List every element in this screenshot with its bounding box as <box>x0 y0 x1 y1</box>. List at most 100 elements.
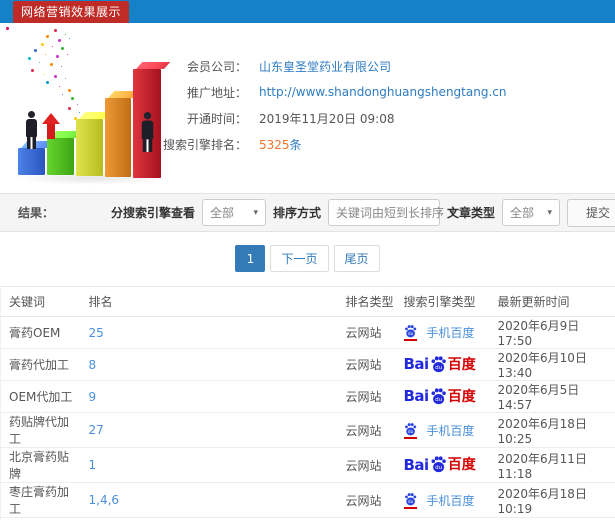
svg-text:du: du <box>435 397 442 403</box>
open-time-value: 2019年11月20日 09:08 <box>259 111 395 126</box>
table-row: OEM代加工 9 云网站 Bai du 百度 2020年6月5日 14:57 <box>0 380 615 413</box>
filter-controls: 分搜索引擎查看 全部 ▾ 排序方式 关键词由短到长排序 ▾ 文章类型 全部 ▾ … <box>110 198 615 227</box>
keyword-cell: OEM代加工 <box>0 380 81 413</box>
rank-link[interactable]: 25 <box>80 316 338 349</box>
engine-rank-row: 搜索引擎排名： 5325条 <box>155 131 506 157</box>
rank-count: 5325 <box>259 137 290 152</box>
table-row: 枣庄膏药加工 1,4,6 云网站 du 手机百度 2020年6月18日 10:1… <box>0 482 615 518</box>
baidu-red-underline <box>403 436 417 439</box>
company-row: 会员公司： 山东皇圣堂药业有限公司 <box>155 53 506 79</box>
rank-type-cell: 云网站 <box>337 380 396 413</box>
keyword-cell: 膏药OEM <box>0 316 81 349</box>
page-button-last[interactable]: 尾页 <box>333 245 380 272</box>
updated-time-cell: 2020年6月18日 10:25 <box>489 412 615 448</box>
engine-type-cell: du 手机百度 <box>395 482 490 518</box>
table-row: 膏药OEM 25 云网站 du 手机百度 2020年6月9日 17:50 <box>0 316 615 349</box>
mobile-baidu-badge: du 手机百度 <box>403 422 474 439</box>
svg-text:du: du <box>407 331 413 337</box>
updated-time-cell: 2020年6月11日 11:18 <box>489 447 615 483</box>
rank-link[interactable]: 1 <box>80 447 338 483</box>
company-label: 会员公司： <box>186 59 247 74</box>
header-rank-type: 排名类型 <box>337 286 396 317</box>
bar-blue <box>18 148 45 175</box>
rank-link[interactable]: 9 <box>80 380 338 413</box>
rank-type-cell: 云网站 <box>337 316 396 349</box>
baidu-paw-icon: du <box>431 387 446 404</box>
baidu-logo: Bai du 百度 <box>403 455 476 474</box>
promo-url-link[interactable]: http://www.shandonghuangshengtang.cn <box>259 85 506 99</box>
promo-url-row: 推广地址： http://www.shandonghuangshengtang.… <box>155 79 506 105</box>
account-info: 会员公司： 山东皇圣堂药业有限公司 推广地址： http://www.shand… <box>155 53 506 157</box>
engine-type-cell: du 手机百度 <box>395 316 490 349</box>
sort-filter-label: 排序方式 <box>272 206 321 220</box>
rank-link[interactable]: 8 <box>80 348 338 381</box>
keyword-cell: 膏药代加工 <box>0 348 81 381</box>
bar-green <box>47 138 74 175</box>
sort-filter-select[interactable]: 关键词由短到长排序 ▾ <box>327 199 455 226</box>
updated-time-cell: 2020年6月18日 10:19 <box>489 482 615 518</box>
baidu-logo: Bai du 百度 <box>403 387 476 405</box>
results-table-head: 关键词 排名 排名类型 搜索引擎类型 最新更新时间 <box>0 286 615 317</box>
svg-text:du: du <box>435 365 442 371</box>
submit-button[interactable]: 提交 <box>567 198 615 227</box>
bar-orange <box>105 98 131 177</box>
company-link[interactable]: 山东皇圣堂药业有限公司 <box>259 58 391 75</box>
rank-link[interactable]: 27 <box>80 412 338 448</box>
engine-filter-label: 分搜索引擎查看 <box>110 206 195 220</box>
keyword-cell: 北京膏药贴牌 <box>0 447 81 483</box>
svg-text:du: du <box>407 499 413 505</box>
mobile-baidu-paw-icon: du <box>403 422 417 439</box>
baidu-paw-icon: du <box>431 456 446 473</box>
baidu-red-underline <box>403 339 417 341</box>
article-type-value: 全部 <box>510 206 535 220</box>
keyword-cell: 药贴牌代加工 <box>0 412 81 448</box>
page-title: 网络营销效果展示 <box>13 0 130 23</box>
mobile-baidu-paw-icon: du <box>403 324 417 341</box>
updated-time-cell: 2020年6月9日 17:50 <box>489 316 615 349</box>
engine-filter-select[interactable]: 全部 ▾ <box>201 199 266 226</box>
engine-rank-value: 5325条 <box>259 136 302 153</box>
mobile-baidu-paw-icon: du <box>403 492 417 509</box>
updated-time-cell: 2020年6月10日 13:40 <box>489 348 615 381</box>
engine-filter-value: 全部 <box>209 206 234 220</box>
chevron-down-icon: ▾ <box>547 207 552 218</box>
rank-type-cell: 云网站 <box>337 482 396 518</box>
results-table-body: 膏药OEM 25 云网站 du 手机百度 2020年6月9日 17:50 膏药代… <box>0 316 615 520</box>
growth-arrow-icon <box>42 113 60 139</box>
rank-unit: 条 <box>289 137 302 152</box>
header-keyword: 关键词 <box>0 286 81 317</box>
baidu-logo: Bai du 百度 <box>403 355 476 373</box>
rank-link[interactable]: 1,4,6 <box>80 482 338 518</box>
table-row: 膏药代加工 8 云网站 Bai du 百度 2020年6月10日 13:40 <box>0 348 615 381</box>
updated-time-cell: 2020年6月5日 14:57 <box>489 380 615 413</box>
bar-yellow <box>76 119 103 176</box>
businessman-right <box>139 112 156 152</box>
engine-type-cell: Bai du 百度 <box>395 348 490 381</box>
article-type-label: 文章类型 <box>446 206 495 220</box>
page-button-next[interactable]: 下一页 <box>270 245 329 272</box>
rank-type-cell: 云网站 <box>337 348 396 381</box>
result-label: 结果： <box>18 206 55 220</box>
engine-type-cell: Bai du 百度 <box>395 380 490 413</box>
rank-type-cell: 云网站 <box>337 412 396 448</box>
open-time-label: 开通时间： <box>186 111 247 126</box>
article-type-select[interactable]: 全部 ▾ <box>502 199 560 226</box>
table-row: 药贴牌代加工 27 云网站 du 手机百度 2020年6月18日 10:25 <box>0 412 615 448</box>
info-section: 会员公司： 山东皇圣堂药业有限公司 推广地址： http://www.shand… <box>0 23 615 193</box>
businessman-left <box>23 111 39 149</box>
mobile-baidu-badge: du 手机百度 <box>403 324 474 341</box>
table-row: 北京膏药贴牌 1 云网站 Bai du 百度 2020年6月11日 11:18 <box>0 447 615 483</box>
pagination: 1 下一页 尾页 <box>0 245 615 272</box>
chevron-down-icon: ▾ <box>253 207 258 218</box>
mobile-baidu-badge: du 手机百度 <box>403 492 474 509</box>
rank-type-cell: 云网站 <box>337 447 396 483</box>
engine-type-cell: Bai du 百度 <box>395 447 490 483</box>
baidu-paw-icon: du <box>431 355 446 372</box>
open-time-row: 开通时间： 2019年11月20日 09:08 <box>155 105 506 131</box>
keyword-cell: 枣庄膏药加工 <box>0 482 81 518</box>
top-bar: 网络营销效果展示 <box>0 0 615 23</box>
promo-url-label: 推广地址： <box>186 85 247 100</box>
header-engine-type: 搜索引擎类型 <box>395 286 490 317</box>
header-rank: 排名 <box>80 286 338 317</box>
page-button-current[interactable]: 1 <box>235 245 266 272</box>
